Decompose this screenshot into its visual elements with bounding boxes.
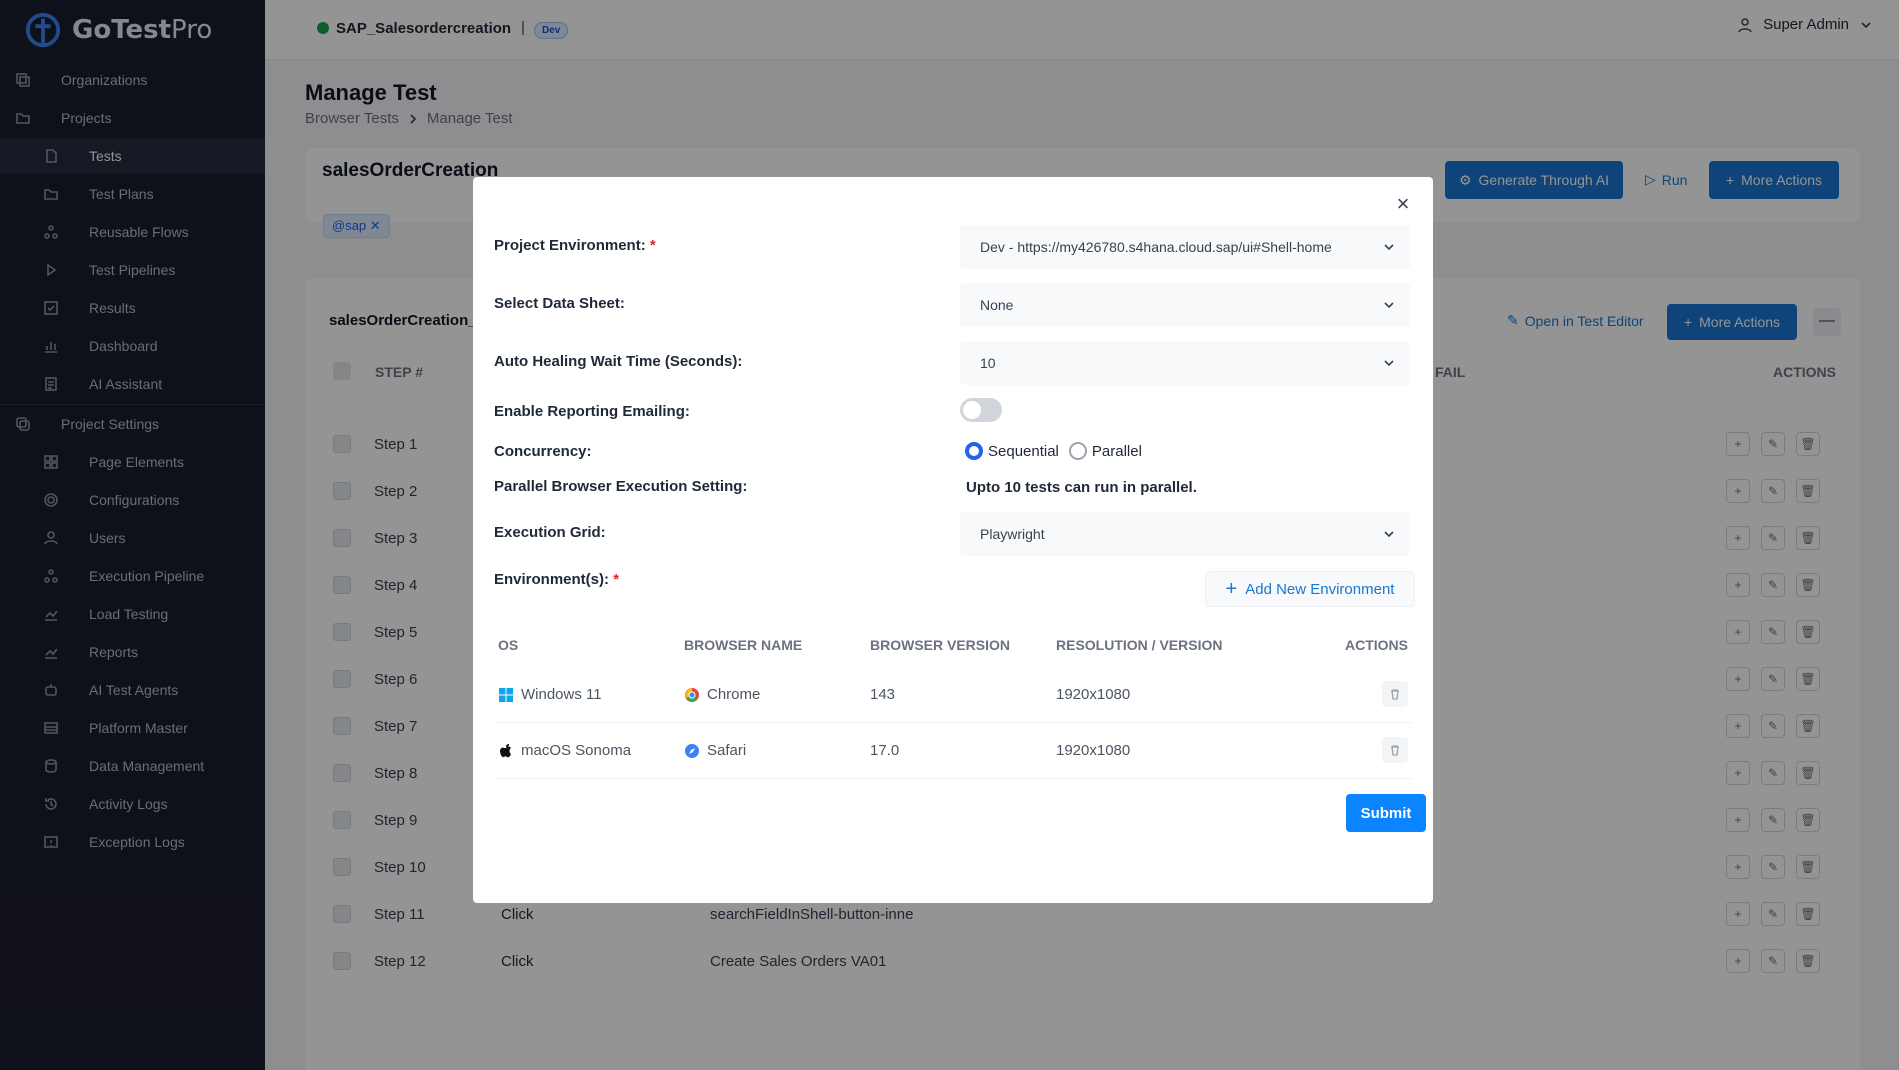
run-settings-modal: × Project Environment: * Dev - https://m… — [473, 177, 1433, 903]
select-value: Dev - https://my426780.s4hana.cloud.sap/… — [980, 239, 1332, 255]
parallel-setting-label: Parallel Browser Execution Setting: — [494, 478, 748, 495]
table-row: Windows 11 Chrome 143 1920x1080 — [494, 667, 1412, 723]
data-sheet-select[interactable]: None — [960, 283, 1410, 327]
trash-icon — [1391, 745, 1399, 756]
resolution: 1920x1080 — [1056, 686, 1131, 703]
radio-parallel[interactable] — [1068, 442, 1087, 460]
column-header-browser-name: BROWSER NAME — [684, 637, 803, 653]
column-header-resolution: RESOLUTION / VERSION — [1056, 637, 1223, 653]
concurrency-label: Concurrency: — [494, 443, 592, 460]
chevron-down-icon — [1384, 302, 1394, 309]
chevron-down-icon — [1384, 360, 1394, 367]
close-icon[interactable]: × — [1393, 193, 1413, 215]
delete-environment-button[interactable] — [1382, 737, 1408, 763]
table-header: OS BROWSER NAME BROWSER VERSION RESOLUTI… — [494, 627, 1412, 661]
column-header-os: OS — [498, 637, 519, 653]
radio-label: Parallel — [1091, 442, 1142, 460]
submit-button[interactable]: Submit — [1346, 794, 1426, 832]
browser-version: 17.0 — [870, 742, 900, 759]
browser-cell: Chrome — [684, 686, 760, 703]
reporting-label: Enable Reporting Emailing: — [494, 403, 690, 420]
project-env-label: Project Environment: * — [494, 237, 656, 254]
healing-wait-select[interactable]: 10 — [960, 341, 1410, 385]
table-row: macOS Sonoma Safari 17.0 1920x1080 — [494, 723, 1412, 779]
button-label: Add New Environment — [1245, 580, 1395, 598]
windows-icon — [499, 687, 513, 702]
column-header-browser-version: BROWSER VERSION — [870, 637, 1011, 653]
os-name: macOS Sonoma — [521, 742, 632, 759]
select-value: Playwright — [980, 526, 1045, 542]
os-name: Windows 11 — [521, 686, 602, 703]
add-environment-button[interactable]: + Add New Environment — [1205, 571, 1415, 607]
select-value: None — [980, 297, 1014, 313]
chrome-icon — [685, 687, 699, 702]
concurrency-radio-group: Sequential Parallel — [965, 442, 1142, 460]
project-env-select[interactable]: Dev - https://my426780.s4hana.cloud.sap/… — [960, 225, 1410, 269]
data-sheet-label: Select Data Sheet: — [494, 295, 625, 312]
column-header-actions: ACTIONS — [1345, 637, 1408, 653]
resolution: 1920x1080 — [1056, 742, 1131, 759]
delete-environment-button[interactable] — [1382, 681, 1408, 707]
os-cell: macOS Sonoma — [498, 742, 631, 759]
browser-cell: Safari — [684, 742, 746, 759]
apple-icon — [500, 743, 511, 757]
safari-icon — [685, 743, 699, 758]
radio-sequential[interactable] — [965, 442, 983, 460]
environments-label: Environment(s): * — [494, 571, 620, 588]
select-value: 10 — [980, 355, 996, 371]
chevron-down-icon — [1384, 531, 1394, 538]
parallel-setting-value: Upto 10 tests can run in parallel. — [966, 479, 1197, 496]
chevron-down-icon — [1384, 244, 1394, 251]
reporting-toggle[interactable] — [960, 398, 1002, 422]
browser-name: Safari — [707, 742, 747, 759]
radio-label: Sequential — [988, 442, 1059, 460]
os-cell: Windows 11 — [498, 686, 602, 703]
execution-grid-select[interactable]: Playwright — [960, 512, 1410, 556]
plus-icon: + — [1225, 578, 1238, 600]
execution-grid-label: Execution Grid: — [494, 524, 606, 541]
trash-icon — [1391, 689, 1399, 700]
browser-name: Chrome — [707, 686, 761, 703]
healing-wait-label: Auto Healing Wait Time (Seconds): — [494, 353, 743, 370]
browser-version: 143 — [870, 686, 896, 703]
